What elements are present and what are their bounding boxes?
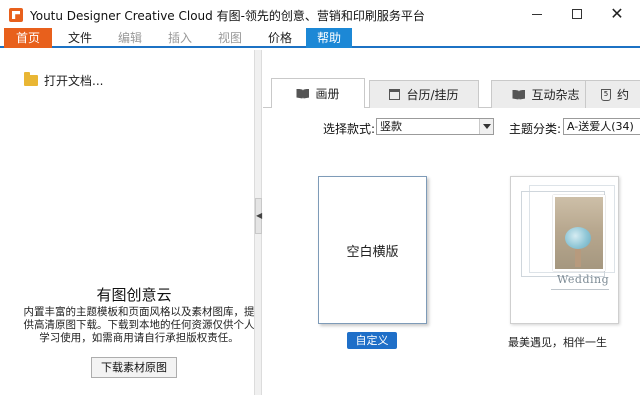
left-panel: 打开文档... 有图创意云 内置丰富的主题模板和页面风格以及素材图库，提供高清原… [0, 50, 255, 395]
close-icon: ✕ [610, 4, 624, 23]
folder-icon [24, 72, 38, 86]
chevron-down-icon [479, 119, 493, 134]
collapse-left-arrow-icon[interactable]: ◀ [255, 198, 262, 234]
tab-magazine-label: 互动杂志 [531, 88, 580, 102]
template-area: 画册 台历/挂历 互动杂志 5 约 选择款式: 竖款 主题分类: A-送爱人(3… [263, 50, 640, 395]
bouquet-stems [575, 247, 581, 267]
menu-edit[interactable]: 编辑 [108, 28, 152, 48]
style-select-value: 竖款 [380, 120, 402, 133]
book-icon [512, 89, 526, 100]
blank-template-label: 空白横版 [346, 244, 399, 260]
bouquet-image [565, 227, 591, 249]
theme-label: 主题分类: [509, 122, 562, 136]
maximize-icon [572, 9, 582, 19]
close-button[interactable]: ✕ [594, 0, 640, 28]
menu-view[interactable]: 视图 [208, 28, 252, 48]
window-title: Youtu Designer Creative Cloud 有图-领先的创意、营… [30, 9, 425, 23]
theme-select-value: A-送爱人(34) [567, 120, 634, 133]
open-document-link[interactable]: 打开文档... [24, 72, 103, 89]
book-icon [296, 88, 310, 99]
tab-h5[interactable]: 5 约 [585, 80, 640, 108]
menu-help[interactable]: 帮助 [306, 28, 352, 48]
style-select[interactable]: 竖款 [376, 118, 494, 135]
html5-icon: 5 [600, 88, 611, 101]
wedding-photo [553, 195, 605, 271]
tab-h5-label: 约 [616, 88, 629, 102]
menu-bar: 首页 文件 编辑 插入 视图 价格 帮助 [0, 28, 640, 48]
tab-calendar-label: 台历/挂历 [406, 88, 459, 102]
wedding-title: Wedding [557, 273, 610, 286]
menu-home[interactable]: 首页 [4, 28, 52, 48]
wedding-template-caption: 最美遇见，相伴一生 [508, 336, 607, 349]
menu-file[interactable]: 文件 [58, 28, 102, 48]
wedding-template-card[interactable]: Wedding [510, 176, 619, 324]
menu-insert[interactable]: 插入 [158, 28, 202, 48]
open-document-label: 打开文档... [44, 74, 104, 88]
app-icon [9, 8, 23, 22]
custom-button[interactable]: 自定义 [347, 332, 397, 349]
minimize-icon [532, 13, 542, 15]
title-bar: Youtu Designer Creative Cloud 有图-领先的创意、营… [0, 0, 640, 28]
calendar-icon [389, 89, 401, 100]
decorative-divider [551, 289, 609, 295]
panel-splitter[interactable]: ◀ [254, 50, 262, 395]
blank-template-card[interactable]: 空白横版 [318, 176, 427, 324]
download-originals-button[interactable]: 下载素材原图 [91, 357, 177, 378]
promo-title: 有图创意云 [96, 286, 172, 304]
tab-album[interactable]: 画册 [271, 78, 365, 108]
style-label: 选择款式: [323, 122, 376, 136]
tab-album-label: 画册 [315, 87, 340, 101]
promo-description: 内置丰富的主题模板和页面风格以及素材图库，提供高清原图下载。下载到本地的任何资源… [23, 306, 255, 344]
menu-price[interactable]: 价格 [258, 28, 302, 48]
category-tabs: 画册 台历/挂历 互动杂志 5 约 [263, 78, 640, 108]
tab-calendar[interactable]: 台历/挂历 [369, 80, 479, 108]
theme-select[interactable]: A-送爱人(34) [563, 118, 640, 135]
